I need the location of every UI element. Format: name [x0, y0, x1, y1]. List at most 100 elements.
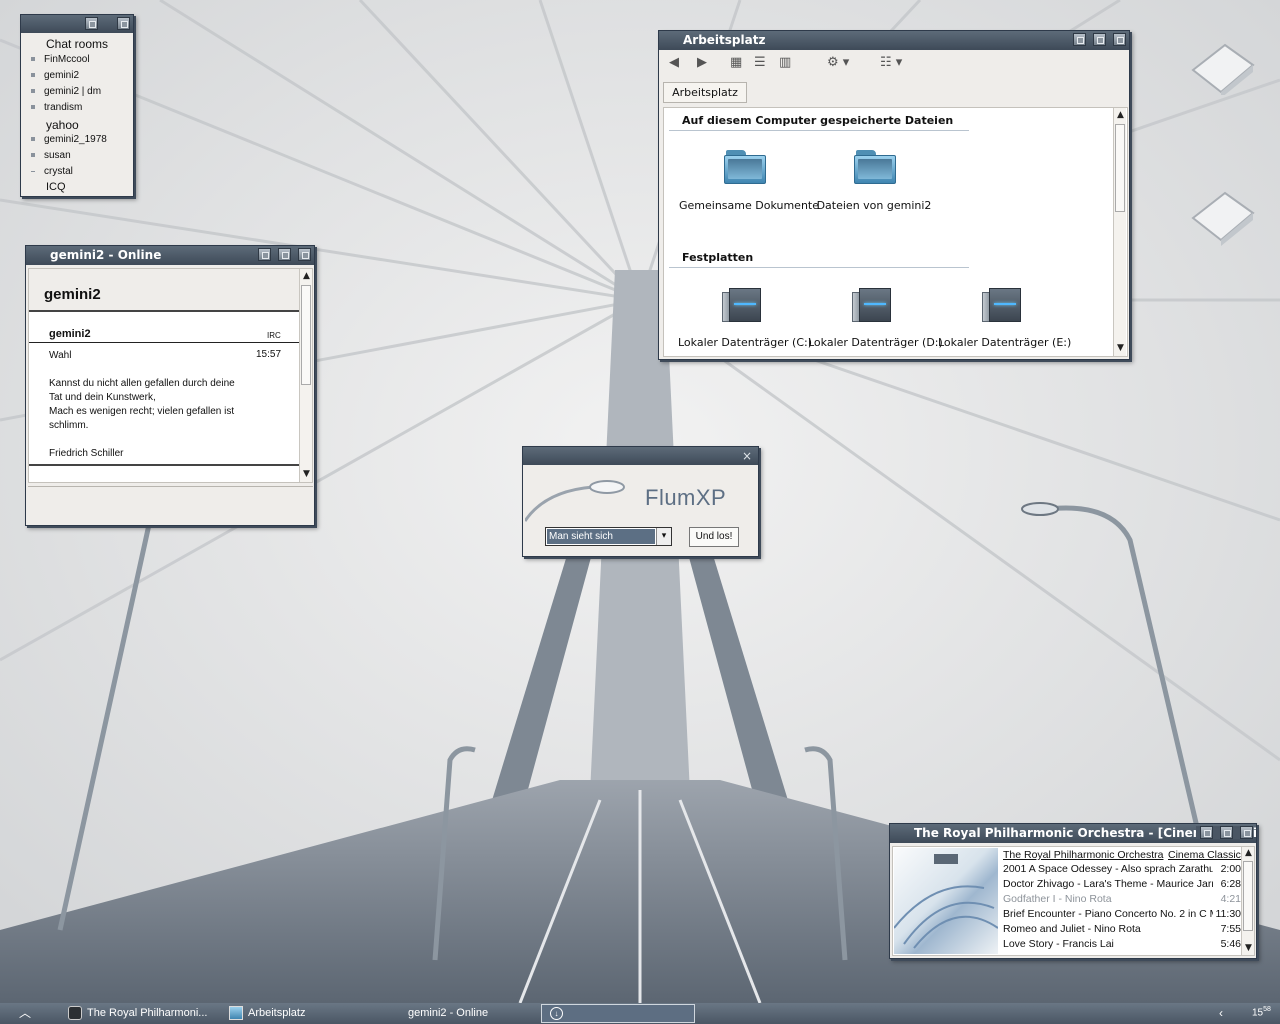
columns-view-icon[interactable]: ▥ [779, 54, 791, 72]
player-titlebar[interactable]: The Royal Philharmonic Orchestra - [Cine… [890, 824, 1256, 843]
drive-label[interactable]: Lokaler Datenträger (C:) [678, 336, 812, 349]
icons-view-icon[interactable]: ▦ [730, 54, 742, 72]
minimize-button[interactable] [1200, 826, 1213, 839]
forward-arrow-icon[interactable]: ▶ [697, 54, 707, 72]
hard-drive-icon[interactable] [722, 284, 762, 324]
album-link[interactable]: Cinema Classics [1168, 849, 1246, 861]
playlist-track[interactable]: Love Story - Francis Lai 5:46 [1003, 937, 1241, 952]
close-button[interactable] [298, 248, 311, 261]
close-button[interactable] [1113, 33, 1126, 46]
flumxp-window: × FlumXP Man sieht sich ▾ Und los! [522, 446, 759, 557]
flumxp-titlebar[interactable]: × [523, 447, 758, 465]
chat-rooms-panel: Chat rooms FinMccool gemini2 gemini2 | d… [20, 14, 134, 197]
minimize-button[interactable] [85, 17, 98, 30]
explorer-titlebar[interactable]: Arbeitsplatz [659, 31, 1129, 50]
taskbar-active-slot[interactable]: ↓ [541, 1004, 695, 1023]
message-subject: Wahl [49, 350, 72, 361]
album-cover [893, 848, 999, 954]
explorer-window: Arbeitsplatz ◀ ▶ ▦ ☰ ▥ ⚙ ▾ ☷ ▾ Arbeitspl… [658, 30, 1130, 360]
scroll-thumb[interactable] [301, 285, 311, 385]
yahoo-group-label[interactable]: yahoo [46, 118, 79, 132]
computer-icon [229, 1006, 243, 1021]
close-button[interactable] [1240, 826, 1253, 839]
desktop: Chat rooms FinMccool gemini2 gemini2 | d… [0, 0, 1280, 1003]
minimize-button[interactable] [1073, 33, 1086, 46]
playlist-area: The Royal Philharmonic Orchestra Cinema … [892, 846, 1255, 956]
playlist-scrollbar[interactable]: ▲ ▼ [1241, 847, 1254, 955]
clock-hour: 15 [1252, 1007, 1264, 1019]
maximize-button[interactable] [1220, 826, 1233, 839]
folder-icon[interactable] [854, 150, 896, 184]
folder-label[interactable]: Gemeinsame Dokumente [679, 199, 819, 212]
scroll-thumb[interactable] [1243, 861, 1253, 931]
chat-room-item[interactable]: gemini2 [31, 70, 79, 81]
chat-room-item[interactable]: crystal [31, 166, 73, 177]
folder-label[interactable]: Dateien von gemini2 [809, 199, 939, 212]
scroll-up-icon[interactable]: ▲ [1114, 109, 1127, 122]
playlist-track[interactable]: Brief Encounter - Piano Concerto No. 2 i… [1003, 907, 1241, 922]
chat-room-item[interactable]: gemini2_1978 [31, 134, 107, 145]
taskbar-task-explorer[interactable]: Arbeitsplatz [229, 1003, 379, 1024]
explorer-scrollbar[interactable]: ▲ ▼ [1113, 108, 1126, 356]
chat-room-item[interactable]: gemini2 | dm [31, 86, 101, 97]
chevron-down-icon[interactable]: ▾ [656, 528, 671, 545]
contact-name: gemini2 [44, 286, 101, 303]
folder-icon[interactable] [724, 150, 766, 184]
start-button[interactable]: ︿ [10, 1003, 40, 1024]
download-icon: ↓ [550, 1007, 563, 1020]
section-heading: Auf diesem Computer gespeicherte Dateien [669, 114, 969, 131]
maximize-button[interactable] [1093, 33, 1106, 46]
maximize-button[interactable] [278, 248, 291, 261]
icq-group-label[interactable]: ICQ [46, 181, 66, 193]
chat-titlebar[interactable]: gemini2 - Online [26, 246, 314, 265]
list-view-icon[interactable]: ☰ [754, 54, 766, 72]
playlist-track[interactable]: 2001 A Space Odessey - Also sprach Zarat… [1003, 862, 1241, 877]
tree-view-icon[interactable]: ☷ ▾ [880, 54, 902, 72]
chat-room-item[interactable]: FinMccool [31, 54, 90, 65]
back-arrow-icon[interactable]: ◀ [669, 54, 679, 72]
close-icon[interactable]: × [742, 447, 752, 465]
playlist-track[interactable]: Romeo and Juliet - Nino Rota 7:55 [1003, 922, 1241, 937]
close-button[interactable] [117, 17, 130, 30]
scroll-down-icon[interactable]: ▼ [1242, 942, 1254, 955]
chat-rooms-titlebar[interactable] [21, 15, 133, 33]
desktop-drive-icon[interactable] [1185, 188, 1255, 248]
flumxp-logo: FlumXP [645, 485, 727, 510]
chat-scrollbar[interactable]: ▲ ▼ [299, 269, 312, 482]
scroll-up-icon[interactable]: ▲ [1242, 847, 1254, 860]
clock-minute: 58 [1263, 1006, 1271, 1013]
section-heading: Festplatten [669, 251, 969, 268]
scroll-up-icon[interactable]: ▲ [300, 270, 313, 283]
message-input[interactable] [28, 486, 313, 523]
playlist-track[interactable]: Doctor Zhivago - Lara's Theme - Maurice … [1003, 877, 1241, 892]
message-line: Tat und dein Kunstwerk, [49, 392, 156, 403]
hard-drive-icon[interactable] [982, 284, 1022, 324]
message-sender: gemini2 [49, 328, 91, 340]
minimize-button[interactable] [258, 248, 271, 261]
chat-log-bottom-rule [29, 464, 299, 466]
scroll-thumb[interactable] [1115, 124, 1125, 212]
explorer-content: Auf diesem Computer gespeicherte Dateien… [663, 107, 1128, 357]
scroll-down-icon[interactable]: ▼ [300, 468, 313, 481]
quit-select[interactable]: Man sieht sich ▾ [545, 527, 672, 546]
desktop-drive-icon[interactable] [1185, 40, 1255, 98]
chat-log: gemini2 gemini2 IRC Wahl 15:57 Kannst du… [28, 268, 313, 483]
street-lamp-icon [525, 480, 625, 522]
taskbar-task-player[interactable]: The Royal Philharmoni... [68, 1003, 218, 1024]
drive-label[interactable]: Lokaler Datenträger (D:) [808, 336, 943, 349]
hard-drive-icon[interactable] [852, 284, 892, 324]
message-line: Kannst du nicht allen gefallen durch dei… [49, 378, 235, 389]
artist-link[interactable]: The Royal Philharmonic Orchestra [1003, 849, 1163, 861]
chat-window-title: gemini2 - Online [50, 248, 162, 262]
taskbar-task-chat[interactable]: gemini2 - Online [390, 1003, 540, 1024]
tray-arrow-icon[interactable]: ‹ [1214, 1003, 1228, 1024]
playlist-track[interactable]: Godfather I - Nino Rota 4:21 [1003, 892, 1241, 907]
chat-room-item[interactable]: trandism [31, 102, 82, 113]
quit-select-value: Man sieht sich [547, 529, 655, 544]
drive-label[interactable]: Lokaler Datenträger (E:) [938, 336, 1071, 349]
chat-room-item[interactable]: susan [31, 150, 71, 161]
scroll-down-icon[interactable]: ▼ [1114, 342, 1127, 355]
go-button[interactable]: Und los! [689, 527, 739, 547]
breadcrumb[interactable]: Arbeitsplatz [663, 82, 747, 103]
gear-icon[interactable]: ⚙ ▾ [827, 54, 849, 72]
